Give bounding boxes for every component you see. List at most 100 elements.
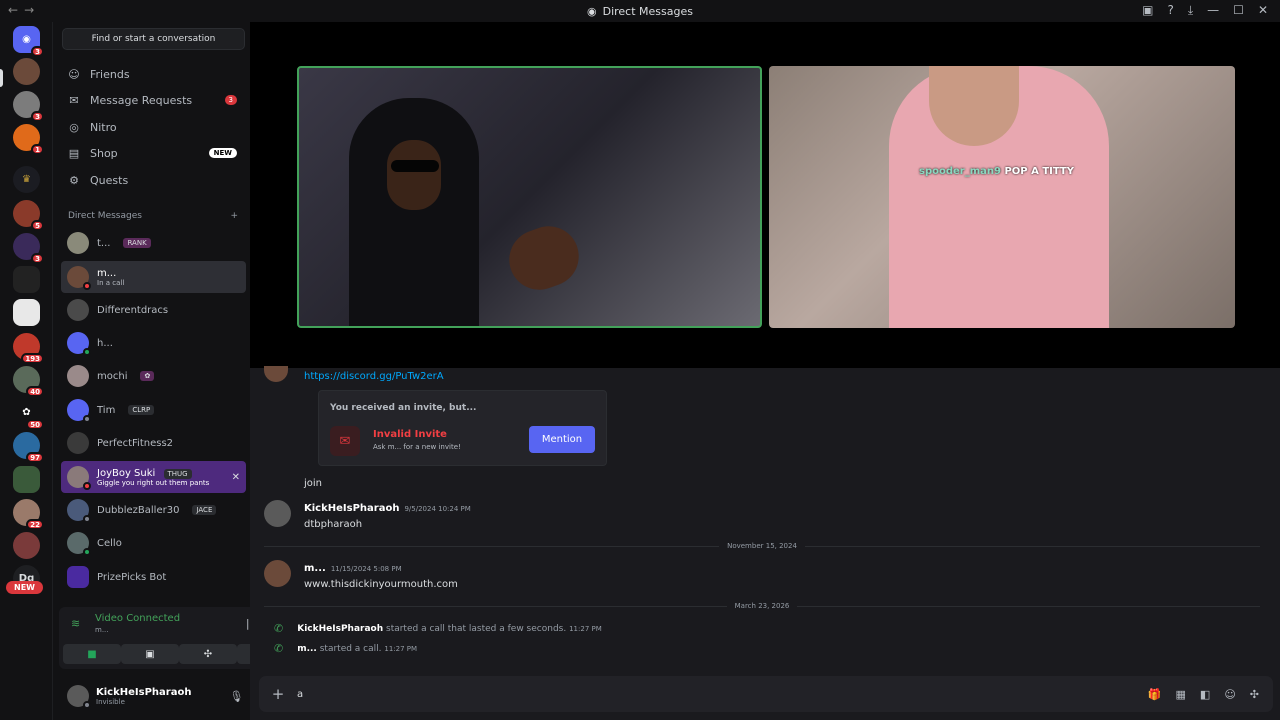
nitro-icon: ◎	[69, 120, 79, 134]
system-author[interactable]: KickHeIsPharaoh	[297, 624, 383, 634]
selected-pill	[0, 69, 3, 87]
attach-plus-icon[interactable]: +	[259, 685, 297, 703]
nav-shop[interactable]: ▤ Shop NEW	[61, 140, 247, 166]
maximize-icon[interactable]: ☐	[1233, 3, 1244, 18]
apps-icon[interactable]: ✣	[1250, 688, 1259, 701]
nav-nitro-label: Nitro	[90, 120, 117, 134]
message-author[interactable]: KickHeIsPharaoh	[304, 503, 399, 514]
dm-item[interactable]: Cello	[61, 527, 246, 559]
system-message-call: ✆ m... started a call. 11:27 PM	[274, 642, 417, 655]
new-unreads-pill[interactable]: NEW	[6, 581, 43, 594]
dm-avatar-3-badge: 1	[31, 144, 44, 155]
dm-item[interactable]: Differentdracs	[61, 294, 246, 326]
voice-channel[interactable]: m...	[95, 626, 109, 634]
video-tile-speaking[interactable]	[297, 66, 762, 328]
invite-title: You received an invite, but...	[330, 403, 477, 413]
nav-nitro[interactable]: ◎ Nitro	[61, 114, 247, 140]
create-dm-button[interactable]: +	[230, 211, 238, 221]
message-list: https://discord.gg/PuTw2erA You received…	[250, 366, 1280, 668]
server-icon-8[interactable]: ✿ 50	[13, 399, 44, 430]
dm-item[interactable]: PerfectFitness2	[61, 427, 246, 459]
avatar	[67, 332, 91, 356]
dm-avatar-3[interactable]: 1	[13, 124, 44, 155]
invite-name: Invalid Invite	[373, 429, 447, 440]
system-message-call: ✆ KickHeIsPharaoh started a call that la…	[274, 622, 602, 635]
envelope-icon: ✉	[69, 93, 79, 107]
close-window-icon[interactable]: ✕	[1258, 3, 1268, 18]
server-icon-2[interactable]: 5	[13, 200, 44, 231]
dm-tag: JACE	[192, 505, 217, 515]
camera-button[interactable]: ■	[63, 644, 121, 664]
dm-item[interactable]: mochi ✿	[61, 360, 246, 392]
find-conversation-button[interactable]: Find or start a conversation	[62, 28, 245, 50]
dm-section-title: Direct Messages	[68, 211, 142, 221]
dm-name: t...	[97, 237, 111, 249]
server-icon-7[interactable]: 40	[13, 366, 44, 397]
nav-message-requests[interactable]: ✉ Message Requests 3	[61, 87, 247, 113]
server-icon-10[interactable]	[13, 466, 40, 493]
activities-button[interactable]: ✣	[179, 644, 237, 664]
date-divider-text: March 23, 2026	[726, 602, 798, 610]
dm-item[interactable]: h...	[61, 327, 246, 359]
call-area: spooder_man9 POP A TITTY	[250, 22, 1280, 368]
server-icon-11[interactable]: 22	[13, 499, 44, 530]
sticker-icon[interactable]: ◧	[1200, 688, 1210, 701]
home-badge: 3	[31, 46, 44, 57]
dm-item[interactable]: PrizePicks Bot	[61, 561, 246, 593]
mention-button[interactable]: Mention	[529, 426, 595, 453]
server-icon-6[interactable]: 193	[13, 333, 44, 364]
help-icon[interactable]: ?	[1167, 3, 1173, 18]
server-icon-9[interactable]: 97	[13, 432, 44, 463]
nav-message-requests-label: Message Requests	[90, 93, 193, 107]
nav-friends[interactable]: ☺ Friends	[61, 61, 247, 87]
dm-item-hovered[interactable]: JoyBoy Suki THUG Giggle you right out th…	[61, 461, 246, 493]
server-icon-4[interactable]	[13, 266, 40, 293]
inbox-icon[interactable]: ▣	[1142, 3, 1153, 18]
server-icon-3[interactable]: 3	[13, 233, 44, 264]
dm-item[interactable]: Tim CLRP	[61, 394, 246, 426]
date-divider: November 15, 2024	[264, 541, 1260, 551]
user-status: Invisible	[96, 697, 125, 706]
message-composer: + a 🎁 ▦ ◧ ☺ ✣	[259, 676, 1273, 712]
screen-share-button[interactable]: ▣	[121, 644, 179, 664]
server-icon-8-badge: 50	[26, 419, 44, 430]
avatar[interactable]	[264, 560, 291, 587]
avatar[interactable]	[264, 500, 291, 527]
forward-arrow-icon[interactable]: →	[24, 3, 34, 17]
invite-link[interactable]: https://discord.gg/PuTw2erA	[304, 371, 444, 382]
message-input[interactable]: a	[297, 689, 1148, 700]
server-icon-2-badge: 5	[31, 220, 44, 231]
screen-share-icon: ▣	[145, 648, 155, 660]
dm-item[interactable]: DubblezBaller30 JACE	[61, 494, 246, 526]
dm-section-header: Direct Messages +	[68, 211, 238, 221]
dm-item[interactable]: t... RANK	[61, 227, 246, 259]
activities-icon: ✣	[203, 648, 213, 660]
dm-avatar-1[interactable]	[13, 58, 40, 85]
emoji-icon[interactable]: ☺	[1224, 688, 1235, 701]
microphone-icon[interactable]: 🎙	[229, 690, 243, 703]
dm-avatar-2[interactable]: 3	[13, 91, 44, 122]
message-author[interactable]: m...	[304, 563, 326, 574]
avatar	[67, 299, 89, 321]
user-avatar[interactable]	[67, 685, 91, 709]
system-author[interactable]: m...	[297, 644, 317, 654]
gift-icon[interactable]: 🎁	[1148, 688, 1162, 701]
home-button[interactable]: ◉ 3	[13, 26, 44, 57]
server-icon-1[interactable]: ♛	[13, 166, 40, 193]
dm-tag: CLRP	[128, 405, 155, 415]
back-arrow-icon[interactable]: ←	[8, 3, 18, 17]
minimize-icon[interactable]: —	[1207, 3, 1219, 18]
download-icon[interactable]: ⤓	[1188, 3, 1193, 18]
video-tile[interactable]: spooder_man9 POP A TITTY	[769, 66, 1235, 328]
message-text: dtbpharaoh	[304, 519, 363, 530]
server-icon-12[interactable]	[13, 532, 40, 559]
gif-icon[interactable]: ▦	[1176, 688, 1186, 701]
close-dm-icon[interactable]: ✕	[232, 472, 240, 483]
nav-friends-label: Friends	[90, 67, 130, 81]
avatar	[67, 399, 91, 423]
video-hand	[500, 217, 588, 299]
dm-item-selected[interactable]: m... In a call	[61, 261, 246, 293]
server-icon-5[interactable]	[13, 299, 40, 326]
nav-quests[interactable]: ⚙ Quests	[61, 167, 247, 193]
dm-call-status: In a call	[97, 278, 125, 287]
